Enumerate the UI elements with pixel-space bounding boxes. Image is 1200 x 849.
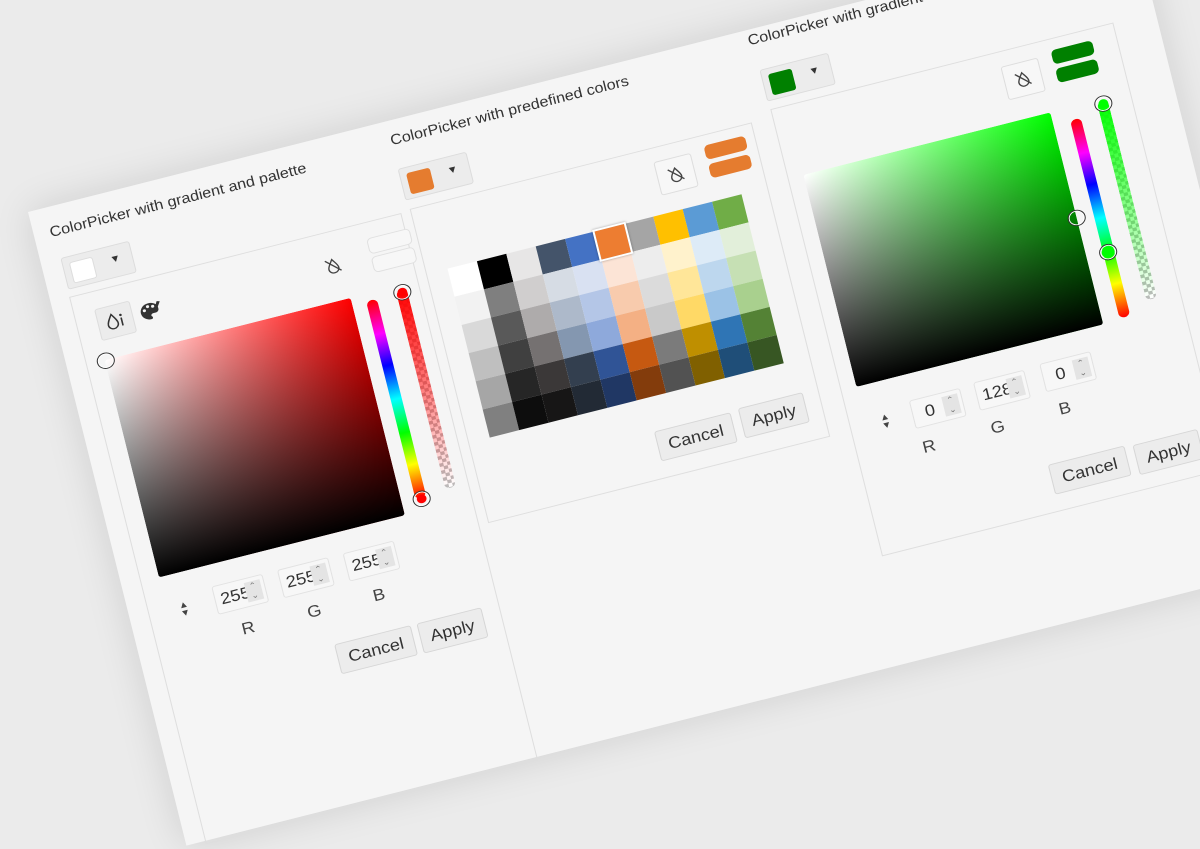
spinner-icon[interactable]: ⌃ ⌄ [243, 579, 265, 603]
color-dropdown[interactable]: ▼ [759, 52, 836, 102]
panel-title: ColorPicker with predefined colors [388, 73, 631, 149]
caret-down-icon: ▼ [445, 163, 460, 177]
droplet-info-icon [107, 313, 124, 330]
selected-color-swatch [405, 167, 435, 195]
spinner-icon[interactable]: ⌃ ⌄ [941, 393, 962, 417]
spinner-icon[interactable]: ⌃ ⌄ [1005, 375, 1027, 399]
spinner-icon[interactable]: ⌃ ⌄ [309, 562, 330, 586]
color-dropdown[interactable]: ▼ [397, 151, 475, 201]
palette-icon [140, 301, 160, 320]
selected-color-swatch [68, 256, 98, 284]
panel-title: ColorPicker with gradient [746, 0, 925, 49]
droplet-slash-icon [324, 258, 342, 274]
caret-down-icon: ▼ [807, 64, 821, 78]
caret-down-icon: ▼ [108, 252, 122, 266]
spinner-icon[interactable]: ⌃ ⌄ [1071, 356, 1093, 380]
panel-title: ColorPicker with gradient and palette [48, 160, 309, 241]
spinner-icon[interactable]: ⌃ ⌄ [375, 545, 396, 570]
colorpicker-demo-card: ColorPicker with gradient and palette ▼ … [28, 0, 1200, 846]
selected-color-swatch [767, 68, 797, 96]
droplet-slash-icon [1014, 71, 1032, 87]
droplet-slash-icon [667, 166, 685, 183]
